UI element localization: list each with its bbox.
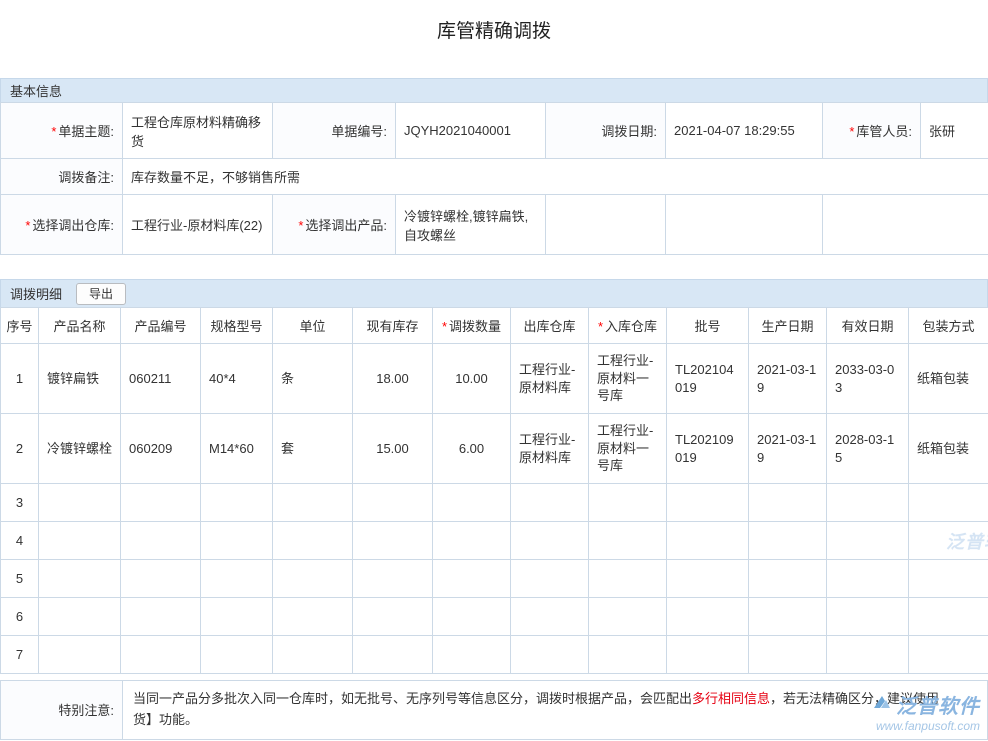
transfer-date-label: 调拨日期: — [546, 103, 666, 159]
watermark-url: www.fanpusoft.com — [872, 719, 980, 733]
cell-stock: 18.00 — [353, 344, 433, 414]
cell-expiry-date: 2033-03-03 — [827, 344, 909, 414]
col-package: 包装方式 — [909, 308, 988, 344]
form-row-2: 调拨备注: 库存数量不足，不够销售所需 — [1, 159, 988, 195]
subject-value: 工程仓库原材料精确移货 — [123, 103, 273, 159]
page-title: 库管精确调拨 — [0, 0, 988, 42]
subject-label: *单据主题: — [1, 103, 123, 159]
fanpusoft-logo-icon — [872, 694, 892, 715]
cell-in-warehouse: 工程行业-原材料一号库 — [589, 414, 667, 484]
cell-expiry-date: 2028-03-15 — [827, 414, 909, 484]
cell-spec: 40*4 — [201, 344, 273, 414]
empty-cell — [666, 195, 823, 255]
table-row: 7 — [1, 636, 988, 674]
basic-info-table: *单据主题: 工程仓库原材料精确移货 单据编号: JQYH2021040001 … — [0, 102, 988, 255]
table-row: 5 — [1, 560, 988, 598]
cell-production-date: 2021-03-19 — [749, 344, 827, 414]
col-production-date: 生产日期 — [749, 308, 827, 344]
out-product-value: 冷镀锌螺栓,镀锌扁铁,自攻螺丝 — [396, 195, 546, 255]
detail-section-header: 调拨明细 导出 — [0, 279, 988, 307]
col-product-name: 产品名称 — [39, 308, 121, 344]
doc-number-value: JQYH2021040001 — [396, 103, 546, 159]
col-stock: 现有库存 — [353, 308, 433, 344]
table-row: 2 冷镀锌螺栓 060209 M14*60 套 15.00 6.00 工程行业-… — [1, 414, 988, 484]
col-unit: 单位 — [273, 308, 353, 344]
watermark-partial: 泛普软件 — [946, 528, 988, 554]
watermark-brand: 泛普软件 — [896, 690, 980, 719]
out-warehouse-value: 工程行业-原材料库(22) — [123, 195, 273, 255]
special-note-content: 当同一产品分多批次入同一仓库时，如无批号、无序列号等信息区分，调拨时根据产品，会… — [123, 681, 987, 739]
cell-product-name: 镀锌扁铁 — [39, 344, 121, 414]
remark-value: 库存数量不足，不够销售所需 — [123, 159, 988, 195]
cell-stock: 15.00 — [353, 414, 433, 484]
cell-seq: 6 — [1, 598, 39, 636]
col-product-code: 产品编号 — [121, 308, 201, 344]
cell-production-date: 2021-03-19 — [749, 414, 827, 484]
transfer-detail-page: 库管精确调拨 基本信息 *单据主题: 工程仓库原材料精确移货 单据编号: JQY… — [0, 0, 988, 741]
cell-seq: 4 — [1, 522, 39, 560]
cell-package: 纸箱包装 — [909, 414, 988, 484]
cell-batch: TL202104019 — [667, 344, 749, 414]
note-text-before: 当同一产品分多批次入同一仓库时，如无批号、无序列号等信息区分，调拨时根据产品，会… — [133, 691, 692, 706]
cell-seq: 5 — [1, 560, 39, 598]
col-out-warehouse: 出库仓库 — [511, 308, 589, 344]
special-note: 特别注意: 当同一产品分多批次入同一仓库时，如无批号、无序列号等信息区分，调拨时… — [0, 680, 988, 740]
cell-product-code: 060209 — [121, 414, 201, 484]
required-marker: * — [598, 319, 603, 334]
detail-header-row: 序号 产品名称 产品编号 规格型号 单位 现有库存 *调拨数量 出库仓库 *入库… — [1, 308, 988, 344]
empty-cell — [546, 195, 666, 255]
cell-product-code: 060211 — [121, 344, 201, 414]
required-marker: * — [442, 319, 447, 334]
form-row-1: *单据主题: 工程仓库原材料精确移货 单据编号: JQYH2021040001 … — [1, 103, 988, 159]
required-marker: * — [25, 218, 30, 233]
cell-transfer-qty: 6.00 — [433, 414, 511, 484]
col-seq: 序号 — [1, 308, 39, 344]
remark-label: 调拨备注: — [1, 159, 123, 195]
table-row: 1 镀锌扁铁 060211 40*4 条 18.00 10.00 工程行业-原材… — [1, 344, 988, 414]
col-transfer-qty: *调拨数量 — [433, 308, 511, 344]
cell-seq: 2 — [1, 414, 39, 484]
cell-seq: 3 — [1, 484, 39, 522]
cell-out-warehouse: 工程行业-原材料库 — [511, 344, 589, 414]
table-row: 4 — [1, 522, 988, 560]
cell-seq: 1 — [1, 344, 39, 414]
cell-package: 纸箱包装 — [909, 344, 988, 414]
col-in-warehouse: *入库仓库 — [589, 308, 667, 344]
col-spec: 规格型号 — [201, 308, 273, 344]
detail-table: 序号 产品名称 产品编号 规格型号 单位 现有库存 *调拨数量 出库仓库 *入库… — [0, 307, 988, 674]
col-batch: 批号 — [667, 308, 749, 344]
out-warehouse-label: *选择调出仓库: — [1, 195, 123, 255]
required-marker: * — [849, 124, 854, 139]
empty-cell — [823, 195, 988, 255]
cell-out-warehouse: 工程行业-原材料库 — [511, 414, 589, 484]
transfer-date-value: 2021-04-07 18:29:55 — [666, 103, 823, 159]
basic-info-header: 基本信息 — [0, 78, 988, 102]
cell-unit: 条 — [273, 344, 353, 414]
cell-product-name: 冷镀锌螺栓 — [39, 414, 121, 484]
required-marker: * — [51, 124, 56, 139]
cell-batch: TL202109019 — [667, 414, 749, 484]
cell-spec: M14*60 — [201, 414, 273, 484]
table-row: 3 — [1, 484, 988, 522]
note-text-line2: 货】功能。 — [133, 710, 977, 731]
cell-seq: 7 — [1, 636, 39, 674]
special-note-label: 特别注意: — [1, 681, 123, 739]
form-row-3: *选择调出仓库: 工程行业-原材料库(22) *选择调出产品: 冷镀锌螺栓,镀锌… — [1, 195, 988, 255]
basic-info-title: 基本信息 — [10, 81, 62, 100]
cell-in-warehouse: 工程行业-原材料一号库 — [589, 344, 667, 414]
export-button[interactable]: 导出 — [76, 283, 126, 305]
keeper-label: *库管人员: — [823, 103, 921, 159]
note-text-highlight: 多行相同信息 — [692, 691, 770, 706]
out-product-label: *选择调出产品: — [273, 195, 396, 255]
table-row: 6 — [1, 598, 988, 636]
required-marker: * — [298, 218, 303, 233]
col-expiry-date: 有效日期 — [827, 308, 909, 344]
detail-section-title: 调拨明细 — [10, 284, 62, 303]
cell-transfer-qty: 10.00 — [433, 344, 511, 414]
watermark: 泛普软件 www.fanpusoft.com — [872, 690, 980, 733]
doc-number-label: 单据编号: — [273, 103, 396, 159]
keeper-value: 张研 — [921, 103, 988, 159]
cell-unit: 套 — [273, 414, 353, 484]
